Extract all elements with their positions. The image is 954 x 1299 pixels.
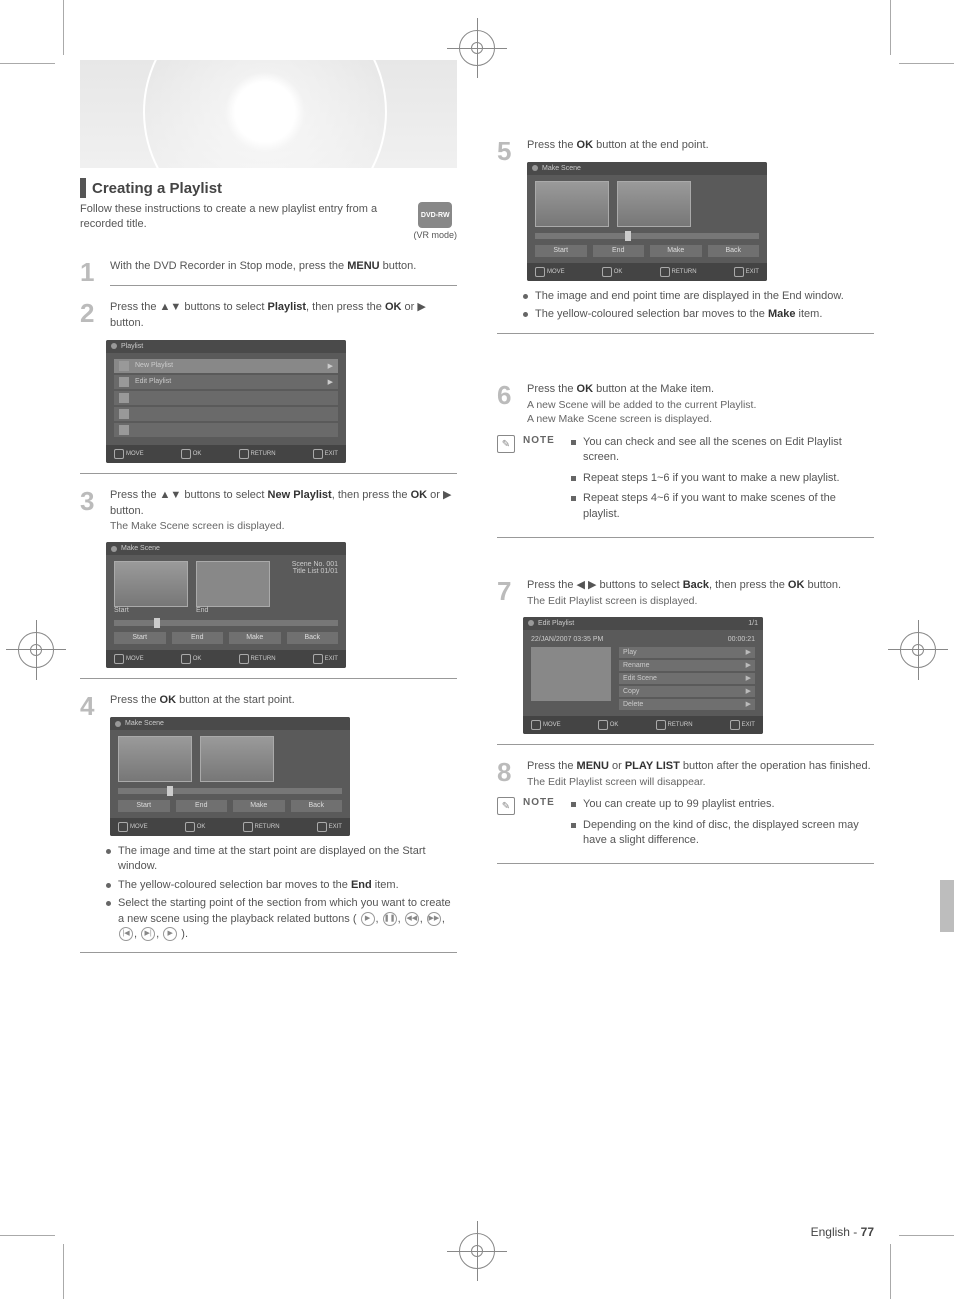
note-step-8: ✎ NOTE You can create up to 99 playlist … [497,797,874,853]
skip-fwd-icon: ▶| [141,927,155,941]
ui-edit-playlist: Edit Playlist 1/1 22/JAN/2007 03:35 PM 0… [523,617,763,734]
start-thumbnail [118,736,192,782]
top-disc-graphic [80,60,457,168]
list-icon [119,377,129,387]
section-heading: Creating a Playlist [80,178,457,198]
left-column: Creating a Playlist DVD-RW (VR mode) Fol… [80,60,457,963]
search-fwd-icon: ▶▶ [427,912,441,926]
right-column: 5 Press the OK button at the end point. … [497,60,874,963]
intro-text: Follow these instructions to create a ne… [80,202,457,233]
start-thumbnail [535,181,609,227]
ok-icon [181,449,191,459]
back-button: Back [287,632,339,644]
end-thumbnail [196,561,270,607]
list-icon [119,361,129,371]
end-thumbnail [617,181,691,227]
section-title: Creating a Playlist [92,180,222,197]
dvd-rw-icon: DVD-RW [418,202,452,228]
step-4: 4 Press the OK button at the start point… [80,693,457,709]
ui-make-scene-start-set: Make Scene Start End Make Back MOV [110,717,350,836]
note-step-6: ✎ NOTE You can check and see all the sce… [497,435,874,527]
vr-mode-badge: DVD-RW (VR mode) [413,202,457,240]
step-8: 8 Press the MENU or PLAY LIST button aft… [497,759,874,790]
exit-icon [313,449,323,459]
step-5: 5 Press the OK button at the end point. [497,138,874,154]
ui-make-scene-initial: Make Scene Start End Scene No. 001 [106,542,346,668]
ui-make-scene-end-set: Make Scene Start End Make Back MOV [527,162,767,281]
heading-bar-icon [80,178,86,198]
step-fwd-icon: ▶ [163,927,177,941]
step-6: 6 Press the OK button at the Make item. … [497,382,874,427]
step-4-notes: The image and time at the start point ar… [80,844,457,942]
skip-rev-icon: |◀ [119,927,133,941]
end-button: End [172,632,224,644]
note-icon: ✎ [497,435,515,453]
start-thumbnail [114,561,188,607]
search-rev-icon: ◀◀ [405,912,419,926]
return-icon [239,449,249,459]
end-thumbnail [200,736,274,782]
step-7: 7 Press the ◀ ▶ buttons to select Back, … [497,578,874,609]
pause-icon: ❚❚ [383,912,397,926]
make-button: Make [229,632,281,644]
start-button: Start [114,632,166,644]
move-icon [114,449,124,459]
page-footer: English - 77 [811,1225,874,1239]
play-icon: ▶ [361,912,375,926]
disc-icon [111,343,117,349]
step-2: 2 Press the ▲▼ buttons to select Playlis… [80,300,457,332]
disc-icon [111,546,117,552]
ui-playlist-menu: Playlist New Playlist▶ Edit Playlist▶ MO… [106,340,346,463]
step-5-notes: The image and end point time are display… [497,289,874,323]
note-icon: ✎ [497,797,515,815]
playlist-thumbnail [531,647,611,701]
step-3: 3 Press the ▲▼ buttons to select New Pla… [80,488,457,535]
step-1: 1 With the DVD Recorder in Stop mode, pr… [80,259,457,275]
